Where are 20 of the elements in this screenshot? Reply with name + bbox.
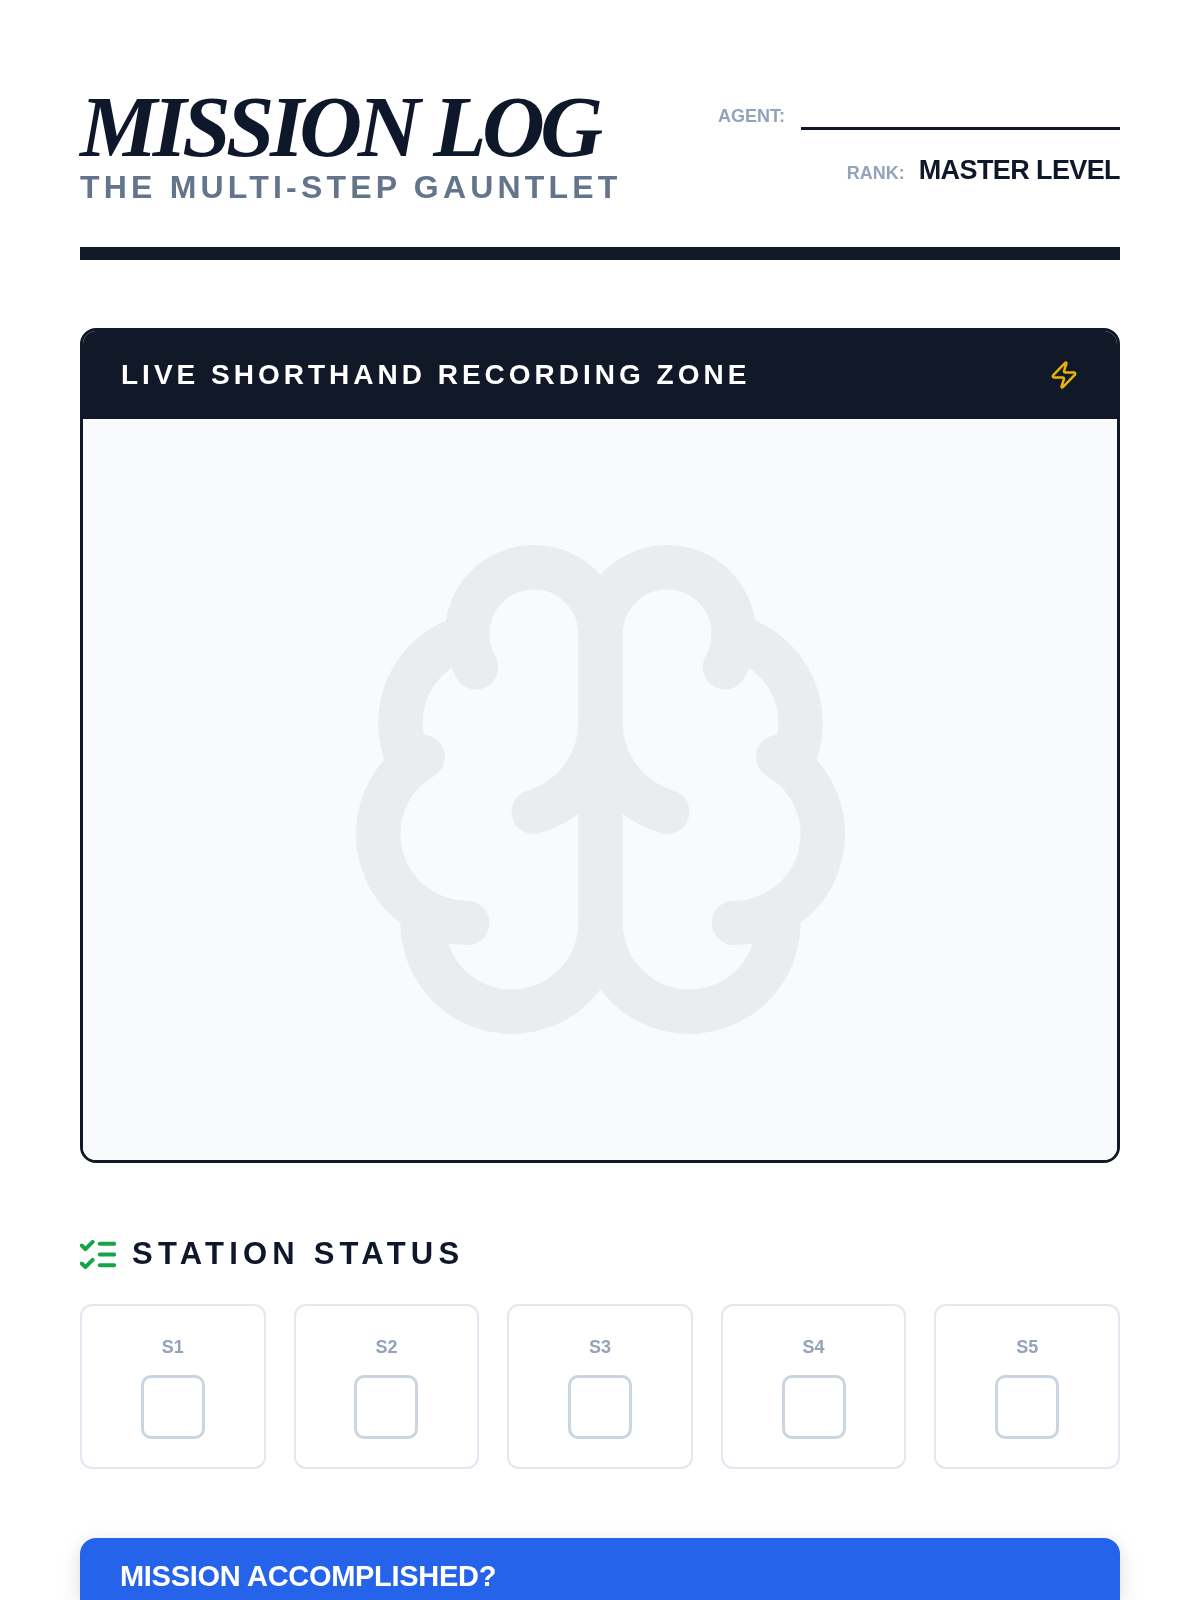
station-checkbox[interactable] [568, 1375, 632, 1439]
checklist-icon [80, 1239, 116, 1269]
station-checkbox[interactable] [781, 1375, 846, 1439]
section-title: STATION STATUS [132, 1236, 465, 1272]
station-label: S2 [375, 1336, 398, 1358]
lightning-icon [1049, 360, 1079, 390]
page-subtitle: THE MULTI-STEP GAUNTLET [80, 170, 622, 204]
panel-title: MISSION ACCOMPLISHED? [120, 1560, 497, 1592]
card-title: LIVE SHORTHAND RECORDING ZONE [121, 359, 751, 391]
station-label: S3 [588, 1336, 611, 1358]
station-checkbox[interactable] [140, 1375, 205, 1439]
station-label: S5 [1016, 1336, 1039, 1358]
page-title: MISSION LOG [80, 82, 601, 172]
station-checkbox[interactable] [354, 1375, 419, 1439]
agent-label: AGENT: [718, 105, 785, 127]
rank-value: MASTER LEVEL [918, 154, 1120, 186]
station-label: S1 [161, 1336, 184, 1358]
station-checkbox[interactable] [995, 1375, 1060, 1439]
rank-label: RANK: [846, 162, 905, 184]
station-label: S4 [802, 1336, 825, 1358]
